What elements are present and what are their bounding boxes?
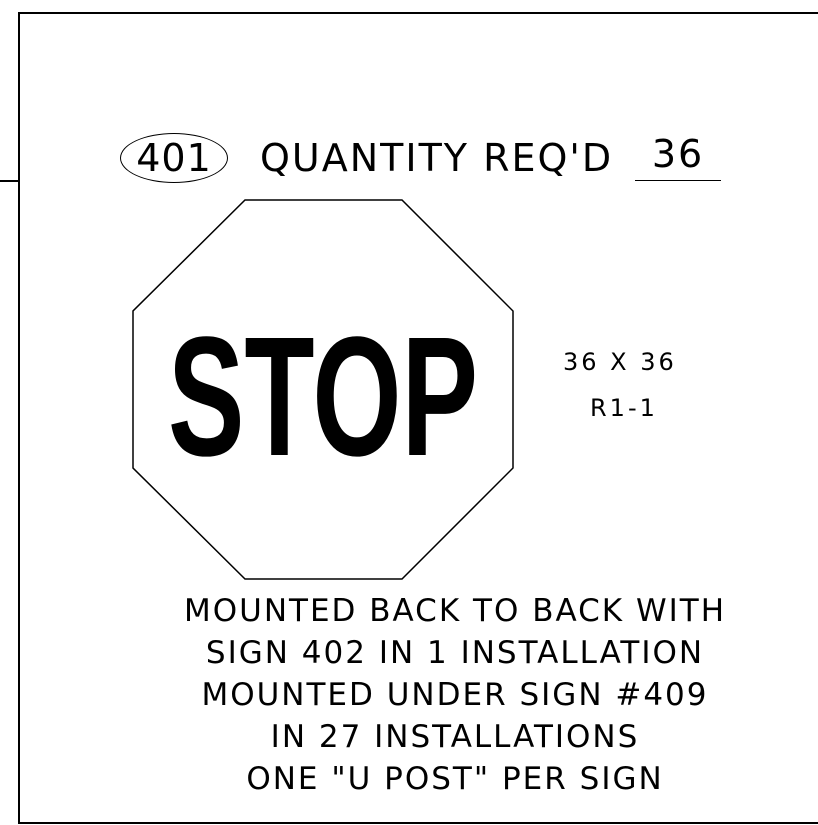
- note-line: SIGN 402 IN 1 INSTALLATION: [205, 635, 705, 671]
- sign-size: 36 X 36: [563, 348, 677, 376]
- sign-detail-sheet: 401 QUANTITY REQ'D 36 STOP 36 X 36 R1-1 …: [0, 0, 818, 825]
- stop-legend: STOP: [168, 302, 478, 492]
- mounting-notes: MOUNTED BACK TO BACK WITH SIGN 402 IN 1 …: [100, 590, 810, 800]
- note-line: ONE "U POST" PER SIGN: [246, 761, 664, 797]
- note-line: MOUNTED BACK TO BACK WITH: [183, 593, 727, 629]
- note-line: IN 27 INSTALLATIONS: [270, 719, 640, 755]
- note-line: MOUNTED UNDER SIGN #409: [201, 677, 709, 713]
- sign-code: R1-1: [590, 394, 658, 422]
